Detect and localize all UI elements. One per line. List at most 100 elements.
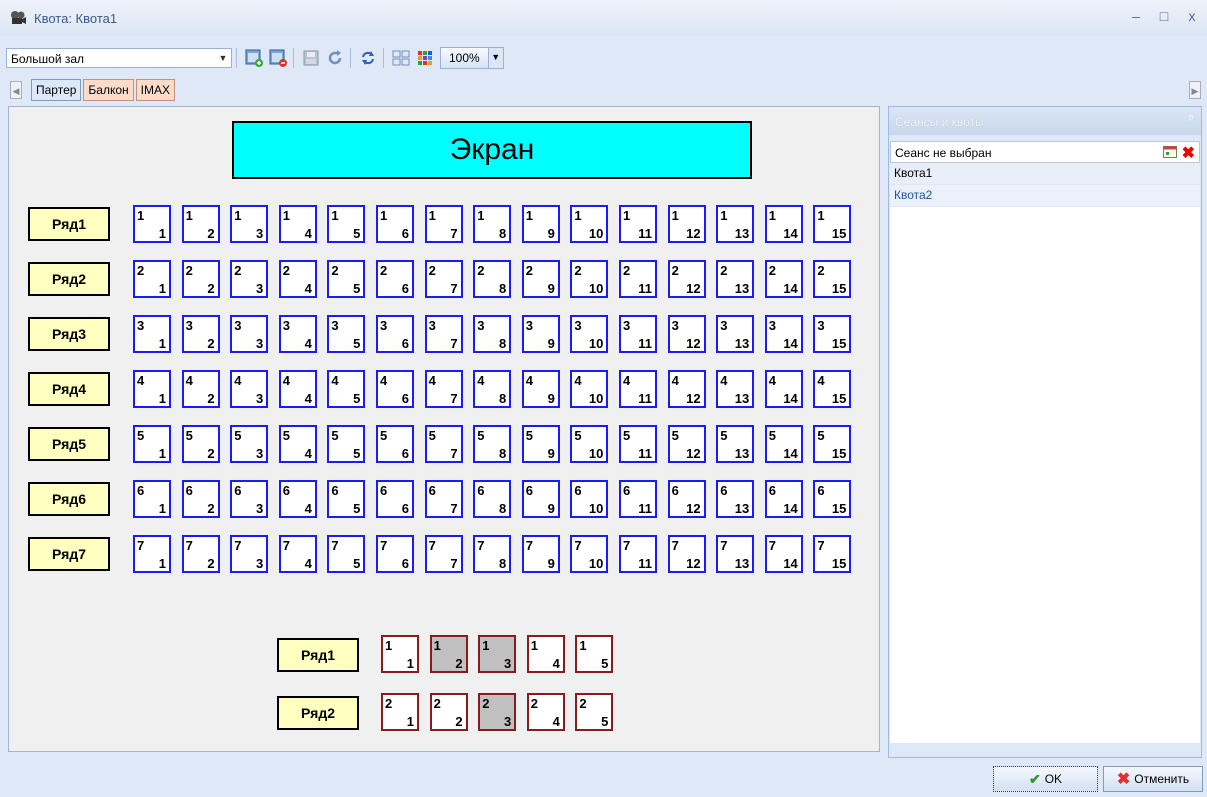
- seat[interactable]: 71: [133, 535, 171, 573]
- seat[interactable]: 3 11: [619, 315, 657, 353]
- seat[interactable]: 25: [575, 693, 614, 731]
- chevron-down-icon[interactable]: ▼: [215, 49, 231, 67]
- seat[interactable]: 4 14: [764, 370, 803, 408]
- seat[interactable]: 22: [429, 693, 468, 731]
- seat[interactable]: 22: [181, 260, 220, 298]
- seat[interactable]: 34: [278, 315, 317, 353]
- pin-icon[interactable]: ᵖ: [1189, 113, 1193, 125]
- maximize-button[interactable]: □: [1157, 8, 1171, 24]
- seat[interactable]: 62: [181, 480, 220, 518]
- seat[interactable]: 66: [376, 480, 414, 518]
- seat[interactable]: 58: [473, 425, 512, 463]
- seat[interactable]: 59: [521, 425, 560, 463]
- seat[interactable]: 11: [381, 635, 419, 673]
- close-button[interactable]: x: [1185, 8, 1199, 24]
- seat[interactable]: 13: [478, 635, 517, 673]
- seat[interactable]: 36: [376, 315, 414, 353]
- seat[interactable]: 72: [181, 535, 220, 573]
- seat[interactable]: 2 10: [570, 260, 609, 298]
- seat[interactable]: 27: [424, 260, 463, 298]
- seat[interactable]: 2 11: [619, 260, 657, 298]
- seat[interactable]: 35: [327, 315, 366, 353]
- seat[interactable]: 3 13: [716, 315, 755, 353]
- seat[interactable]: 13: [230, 205, 269, 243]
- seat[interactable]: 5 10: [570, 425, 609, 463]
- seat[interactable]: 6 12: [667, 480, 706, 518]
- seat[interactable]: 1 10: [570, 205, 609, 243]
- seat[interactable]: 39: [521, 315, 560, 353]
- seat[interactable]: 73: [230, 535, 269, 573]
- seat[interactable]: 21: [381, 693, 419, 731]
- seat[interactable]: 51: [133, 425, 171, 463]
- seat[interactable]: 6 11: [619, 480, 657, 518]
- clear-session-icon[interactable]: ✖: [1182, 143, 1195, 163]
- refresh-button[interactable]: [357, 47, 379, 69]
- seat[interactable]: 19: [521, 205, 560, 243]
- seat[interactable]: 5 12: [667, 425, 706, 463]
- seat[interactable]: 26: [376, 260, 414, 298]
- chevron-down-icon[interactable]: ▼: [487, 48, 503, 68]
- seat[interactable]: 7 13: [716, 535, 755, 573]
- seat[interactable]: 18: [473, 205, 512, 243]
- seat[interactable]: 67: [424, 480, 463, 518]
- seat[interactable]: 25: [327, 260, 366, 298]
- seat[interactable]: 57: [424, 425, 463, 463]
- seat[interactable]: 74: [278, 535, 317, 573]
- seat[interactable]: 4 15: [813, 370, 852, 408]
- seat[interactable]: 7 10: [570, 535, 609, 573]
- seat[interactable]: 17: [424, 205, 463, 243]
- seat[interactable]: 24: [278, 260, 317, 298]
- seat[interactable]: 33: [230, 315, 269, 353]
- seat[interactable]: 5 13: [716, 425, 755, 463]
- seat[interactable]: 49: [521, 370, 560, 408]
- seat[interactable]: 1 15: [813, 205, 852, 243]
- seat[interactable]: 15: [575, 635, 614, 673]
- grid-plain-button[interactable]: [390, 47, 412, 69]
- seat[interactable]: 6 15: [813, 480, 852, 518]
- tab-2[interactable]: IMAX: [135, 79, 176, 101]
- seat[interactable]: 45: [327, 370, 366, 408]
- tab-1[interactable]: Балкон: [83, 79, 134, 101]
- seat[interactable]: 4 11: [619, 370, 657, 408]
- seat[interactable]: 7 12: [667, 535, 706, 573]
- seat[interactable]: 52: [181, 425, 220, 463]
- seat[interactable]: 46: [376, 370, 414, 408]
- seat[interactable]: 43: [230, 370, 269, 408]
- tab-scroll-left-icon[interactable]: ◀: [10, 81, 22, 99]
- seat[interactable]: 38: [473, 315, 512, 353]
- seat[interactable]: 41: [133, 370, 171, 408]
- seat[interactable]: 23: [478, 693, 517, 731]
- seat[interactable]: 23: [230, 260, 269, 298]
- seat[interactable]: 29: [521, 260, 560, 298]
- seat[interactable]: 12: [181, 205, 220, 243]
- undo-button[interactable]: [324, 47, 346, 69]
- ok-button[interactable]: ✔ OK: [993, 766, 1098, 792]
- seat[interactable]: 31: [133, 315, 171, 353]
- seat[interactable]: 68: [473, 480, 512, 518]
- seat[interactable]: 6 10: [570, 480, 609, 518]
- seat[interactable]: 69: [521, 480, 560, 518]
- seat[interactable]: 3 14: [764, 315, 803, 353]
- seat[interactable]: 21: [133, 260, 171, 298]
- seat[interactable]: 3 15: [813, 315, 852, 353]
- remove-seat-button[interactable]: [267, 47, 289, 69]
- seat[interactable]: 6 13: [716, 480, 755, 518]
- seat[interactable]: 2 14: [764, 260, 803, 298]
- seat[interactable]: 28: [473, 260, 512, 298]
- seat[interactable]: 54: [278, 425, 317, 463]
- seat[interactable]: 42: [181, 370, 220, 408]
- seat[interactable]: 79: [521, 535, 560, 573]
- seat[interactable]: 1 13: [716, 205, 755, 243]
- seat[interactable]: 2 12: [667, 260, 706, 298]
- hall-select[interactable]: Большой зал ▼: [6, 48, 232, 68]
- seat[interactable]: 14: [278, 205, 317, 243]
- seat[interactable]: 2 13: [716, 260, 755, 298]
- minimize-button[interactable]: –: [1129, 8, 1143, 24]
- save-button[interactable]: [300, 47, 322, 69]
- seat[interactable]: 15: [327, 205, 366, 243]
- seat[interactable]: 55: [327, 425, 366, 463]
- seat[interactable]: 12: [429, 635, 468, 673]
- seat[interactable]: 37: [424, 315, 463, 353]
- seat[interactable]: 11: [133, 205, 171, 243]
- cancel-button[interactable]: ✖ Отменить: [1103, 766, 1203, 792]
